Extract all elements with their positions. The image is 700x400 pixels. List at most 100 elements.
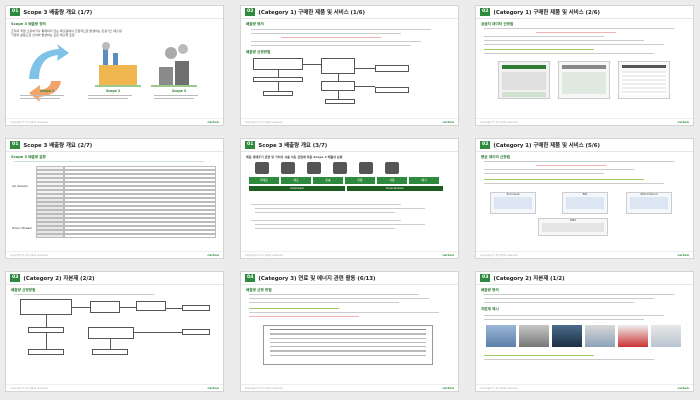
factory-icon <box>99 65 137 85</box>
flow-box <box>325 99 355 104</box>
section-heading: 배출량 정의 <box>246 22 264 26</box>
copyright-text: Copyright © All rights reserved. <box>245 120 284 124</box>
slide-title: (Category 2) 자본재 (2/2) <box>23 276 95 282</box>
slide-title: (Category 1) 구매한 제품 및 서비스 (2/6) <box>493 10 600 16</box>
slide-2[interactable]: 02 (Category 1) 구매한 제품 및 서비스 (1/6) 배출량 정… <box>240 5 459 126</box>
logo: carbon <box>677 253 689 257</box>
document-screenshot <box>498 61 550 99</box>
stage-chevron: 제조 <box>281 177 311 184</box>
slide-number: 04 <box>245 274 256 282</box>
copyright-text: Copyright © All rights reserved. <box>245 253 284 257</box>
slide-number: 02 <box>480 8 491 16</box>
logo: carbon <box>442 120 454 124</box>
section-heading: 평균 데이터 산정법 <box>481 155 510 159</box>
stage-chevron: 운송 <box>313 177 343 184</box>
copyright-text: Copyright © All rights reserved. <box>480 253 519 257</box>
stage-icon <box>307 162 321 174</box>
stage-icon <box>255 162 269 174</box>
slide-number: 01 <box>10 8 21 16</box>
section-heading: 배출량 산정방법 <box>11 288 36 292</box>
slide-4[interactable]: 01 Scope 3 배출량 개요 (2/7) Scope 3 배출량 분류 U… <box>5 138 224 259</box>
slide-footer: Copyright © All rights reserved. carbon <box>476 118 693 125</box>
slide-title: (Category 3) 연료 및 에너지 관련 활동 (6/13) <box>258 276 376 282</box>
flow-box <box>375 87 409 93</box>
bullet-line: 기업의 활동으로 인하여 발생하는 모든 배출을 포함 <box>11 32 75 37</box>
slide-number: 03 <box>480 274 491 282</box>
logo: carbon <box>442 386 454 390</box>
logo: carbon <box>677 386 689 390</box>
slide-header: 04 (Category 3) 연료 및 에너지 관련 활동 (6/13) <box>241 272 458 285</box>
slide-6[interactable]: 02 (Category 1) 구매한 제품 및 서비스 (5/6) 평균 데이… <box>475 138 694 259</box>
slide-title: Scope 3 배출량 개요 (2/7) <box>23 143 93 149</box>
slide-header: 03 (Category 2) 자본재 (2/2) <box>6 272 223 285</box>
copyright-text: Copyright © All rights reserved. <box>10 120 49 124</box>
slide-footer: Copyright © All rights reserved. carbon <box>6 384 223 391</box>
slide-title: (Category 2) 자본재 (1/2) <box>493 276 565 282</box>
slide-footer: Copyright © All rights reserved. carbon <box>6 118 223 125</box>
slide-header: 01 Scope 3 배출량 개요 (3/7) <box>241 139 458 152</box>
slide-title: (Category 1) 구매한 제품 및 서비스 (5/6) <box>493 143 600 149</box>
flow-box <box>92 349 128 355</box>
panel-label: IDEA <box>569 219 577 222</box>
slide-number: 03 <box>10 274 21 282</box>
logo: carbon <box>207 386 219 390</box>
smoke-icon <box>178 44 188 54</box>
section-heading: 자본재 예시 <box>481 307 499 311</box>
stream-label: Up Stream <box>12 184 28 188</box>
slide-footer: Copyright © All rights reserved. carbon <box>476 251 693 258</box>
slide-7[interactable]: 03 (Category 2) 자본재 (2/2) 배출량 산정방법 Copyr… <box>5 271 224 392</box>
flow-box <box>136 301 166 311</box>
panel-label: EPA <box>582 193 588 196</box>
flow-box <box>263 91 293 96</box>
logo: carbon <box>207 120 219 124</box>
slide-header: 01 Scope 3 배출량 개요 (2/7) <box>6 139 223 152</box>
logo: carbon <box>207 253 219 257</box>
slide-8[interactable]: 04 (Category 3) 연료 및 에너지 관련 활동 (6/13) 배출… <box>240 271 459 392</box>
example-photo <box>552 325 582 347</box>
stage-icon <box>333 162 347 174</box>
stage-icon <box>385 162 399 174</box>
database-panel: GHG Protocol <box>626 192 672 214</box>
smoke-icon <box>102 42 110 50</box>
flow-box <box>375 65 409 72</box>
stream-label: Down Stream <box>12 226 33 230</box>
slide-footer: Copyright © All rights reserved. carbon <box>476 384 693 391</box>
flow-box <box>28 349 64 355</box>
slide-title: Scope 3 배출량 개요 (1/7) <box>23 10 93 16</box>
chimney-icon <box>113 53 118 65</box>
stage-icon <box>281 162 295 174</box>
downstream-bar: Downstream <box>347 186 443 191</box>
flow-box <box>90 301 120 313</box>
slide-5[interactable]: 01 Scope 3 배출량 개요 (3/7) 제품 생애주기 관점 및 가치의… <box>240 138 459 259</box>
slide-number: 01 <box>245 141 256 149</box>
slide-9[interactable]: 03 (Category 2) 자본재 (1/2) 배출량 정의 자본재 예시 … <box>475 271 694 392</box>
copyright-text: Copyright © All rights reserved. <box>480 386 519 390</box>
slide-header: 01 Scope 3 배출량 개요 (1/7) <box>6 6 223 19</box>
stage-chevron: 폐기 <box>409 177 439 184</box>
logo: carbon <box>677 120 689 124</box>
slide-number: 02 <box>480 141 491 149</box>
flow-box <box>182 305 210 311</box>
copyright-text: Copyright © All rights reserved. <box>10 386 49 390</box>
stage-chevron: 사용 <box>377 177 407 184</box>
power-plant-icon <box>175 61 189 85</box>
stage-icon <box>359 162 373 174</box>
database-panel: IDEA <box>538 218 608 236</box>
arrow-icon <box>29 44 69 79</box>
scope-caption: Scope 3 <box>172 89 187 93</box>
emissions-illustration <box>29 42 197 102</box>
example-photo <box>519 325 549 347</box>
slide-1[interactable]: 01 Scope 3 배출량 개요 (1/7) Scope 3 배출량 정의 조… <box>5 5 224 126</box>
slide-title: Scope 3 배출량 개요 (3/7) <box>258 143 328 149</box>
stage-chevron: 원재료 <box>249 177 279 184</box>
slide-header: 02 (Category 1) 구매한 제품 및 서비스 (2/6) <box>476 6 693 19</box>
slide-3[interactable]: 02 (Category 1) 구매한 제품 및 서비스 (2/6) 공급자 데… <box>475 5 694 126</box>
flow-box <box>88 327 134 339</box>
slide-header: 03 (Category 2) 자본재 (1/2) <box>476 272 693 285</box>
formula-box <box>263 325 433 365</box>
flow-box <box>321 58 355 74</box>
section-heading: 공급자 데이터 산정법 <box>481 22 514 26</box>
example-photo <box>651 325 681 347</box>
slide-footer: Copyright © All rights reserved. carbon <box>241 251 458 258</box>
slide-footer: Copyright © All rights reserved. carbon <box>241 384 458 391</box>
